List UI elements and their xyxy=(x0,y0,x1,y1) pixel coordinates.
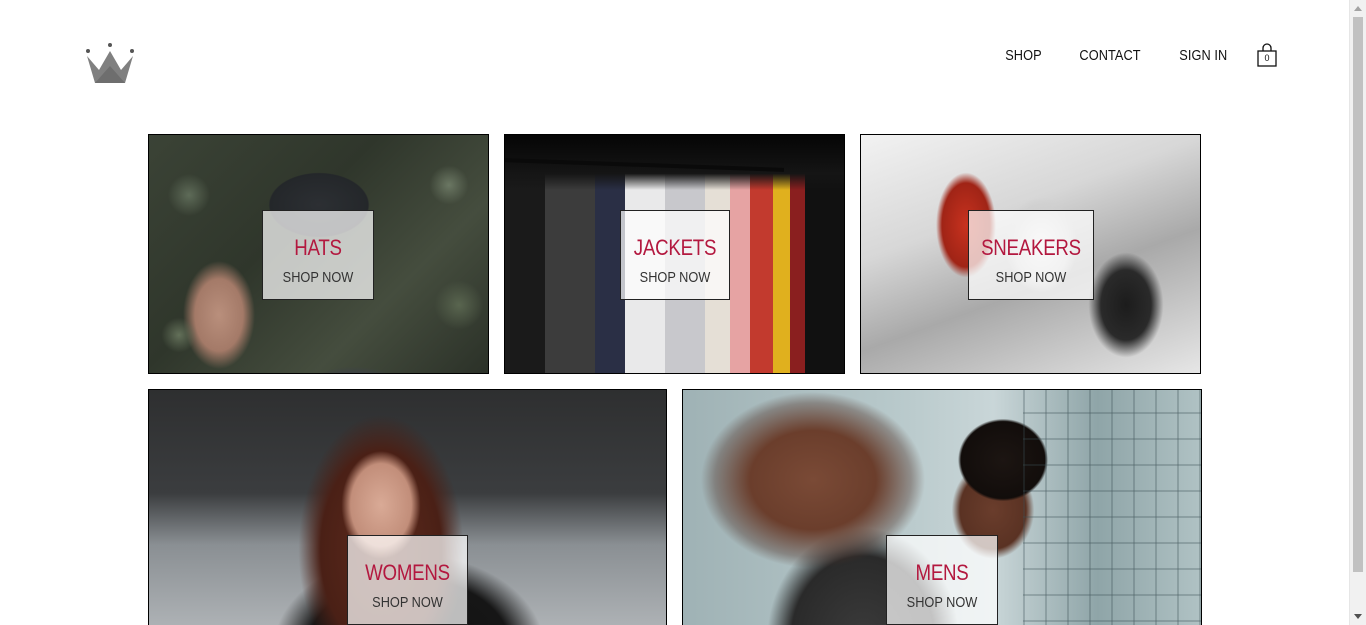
directory-item-subtitle: SHOP NOW xyxy=(282,269,354,286)
main-nav: SHOP CONTACT SIGN IN 0 xyxy=(973,43,1278,67)
page: SHOP CONTACT SIGN IN 0 HATS SHOP NOW JAC… xyxy=(0,0,1366,625)
nav-shop-link[interactable]: SHOP xyxy=(1006,47,1042,64)
directory-item-label: JACKETS SHOP NOW xyxy=(620,210,730,300)
directory-item-title: JACKETS xyxy=(633,235,717,260)
directory-item-subtitle: SHOP NOW xyxy=(995,269,1067,286)
nav-contact-link[interactable]: CONTACT xyxy=(1080,47,1141,64)
directory-item-subtitle: SHOP NOW xyxy=(639,269,711,286)
crown-icon xyxy=(86,43,134,83)
directory-item-subtitle: SHOP NOW xyxy=(372,594,443,611)
scrollbar-thumb[interactable] xyxy=(1353,17,1363,572)
nav-sign-in-link[interactable]: SIGN IN xyxy=(1180,47,1228,64)
directory-item-title: SNEAKERS xyxy=(981,235,1081,260)
directory-item-mens[interactable]: MENS SHOP NOW xyxy=(682,389,1202,625)
cart-button[interactable]: 0 xyxy=(1256,42,1278,68)
directory-item-sneakers[interactable]: SNEAKERS SHOP NOW xyxy=(860,134,1201,374)
scroll-down-arrow-icon[interactable] xyxy=(1354,614,1362,619)
directory-item-label: MENS SHOP NOW xyxy=(886,535,998,625)
mens-image-building xyxy=(1023,390,1201,625)
directory-item-jackets[interactable]: JACKETS SHOP NOW xyxy=(504,134,845,374)
directory-item-subtitle: SHOP NOW xyxy=(906,594,978,611)
directory-item-title: MENS xyxy=(915,560,969,585)
directory-item-label: SNEAKERS SHOP NOW xyxy=(968,210,1094,300)
directory-item-hats[interactable]: HATS SHOP NOW xyxy=(148,134,489,374)
directory-item-label: HATS SHOP NOW xyxy=(262,210,374,300)
scroll-up-arrow-icon[interactable] xyxy=(1354,6,1362,11)
crown-logo[interactable] xyxy=(84,42,136,86)
directory-item-label: WOMENS SHOP NOW xyxy=(347,535,468,625)
directory-item-womens[interactable]: WOMENS SHOP NOW xyxy=(148,389,667,625)
directory-item-title: HATS xyxy=(294,235,342,260)
directory-item-title: WOMENS xyxy=(365,560,450,585)
cart-item-count: 0 xyxy=(1264,53,1270,63)
vertical-scrollbar[interactable] xyxy=(1349,0,1366,625)
